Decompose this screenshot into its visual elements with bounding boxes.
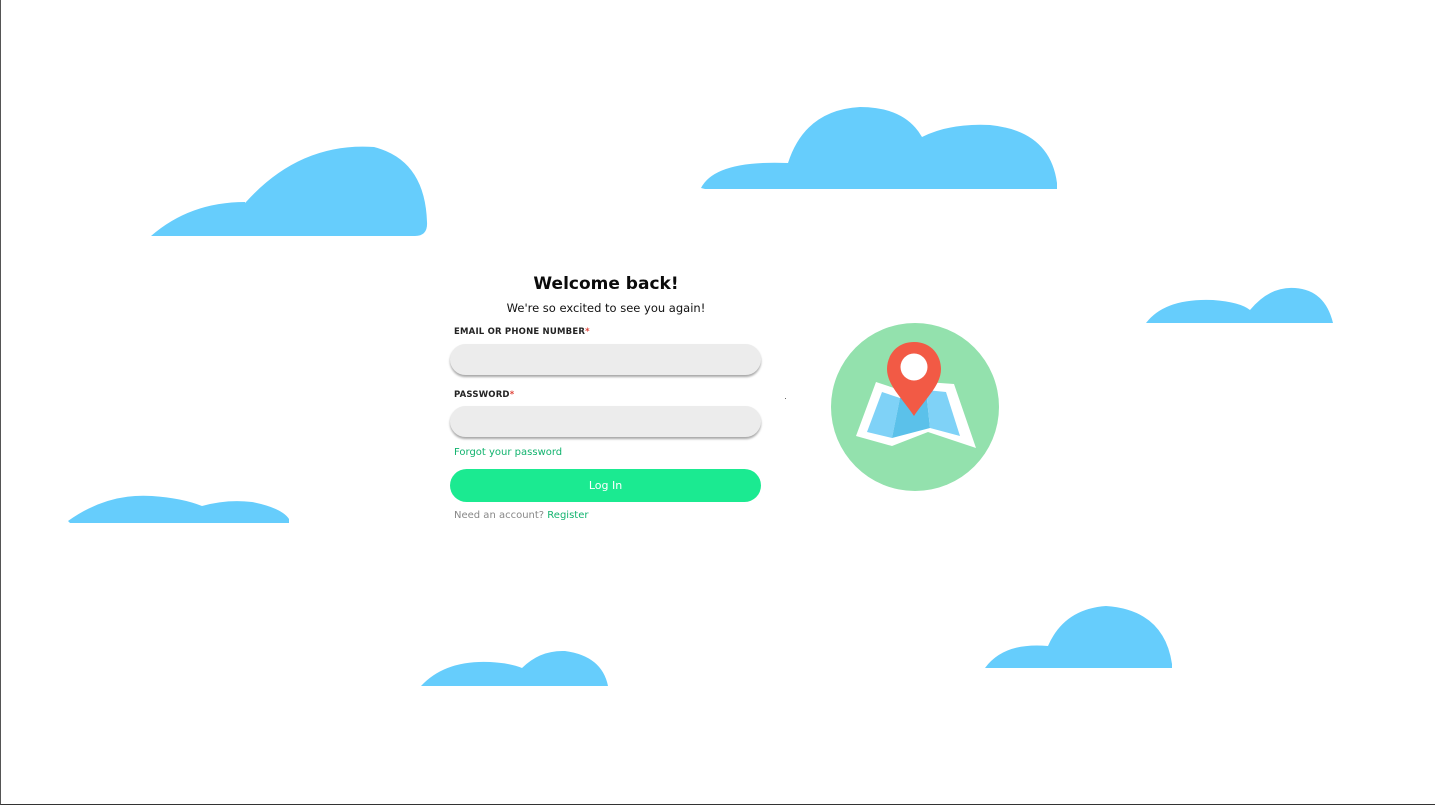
forgot-password-link[interactable]: Forgot your password — [454, 446, 562, 460]
cloud-icon — [421, 650, 608, 686]
page-subtitle: We're so excited to see you again! — [506, 301, 706, 315]
required-marker: * — [585, 327, 590, 337]
stray-dot — [785, 398, 786, 399]
required-marker: * — [509, 390, 515, 400]
register-link[interactable]: Register — [547, 510, 588, 521]
email-field-label: EMAIL OR PHONE NUMBER* — [454, 326, 762, 338]
password-label-text: PASSWORD — [454, 390, 510, 400]
email-field[interactable] — [450, 344, 761, 375]
email-label-text: EMAIL OR PHONE NUMBER — [454, 327, 586, 337]
cloud-icon — [1146, 287, 1333, 323]
page-title: Welcome back! — [533, 274, 679, 294]
cloud-icon — [151, 146, 428, 236]
map-pin-icon — [831, 323, 999, 491]
need-account-text: Need an account? — [454, 510, 545, 521]
login-form: Welcome back! We're so excited to see yo… — [450, 270, 762, 523]
password-field-label: PASSWORD* — [454, 389, 762, 401]
password-field[interactable] — [450, 406, 761, 437]
login-button[interactable]: Log In — [450, 469, 761, 502]
cloud-icon — [985, 606, 1172, 668]
register-row: Need an account? Register — [454, 509, 762, 523]
cloud-icon — [68, 495, 289, 523]
cloud-icon — [701, 107, 1057, 189]
